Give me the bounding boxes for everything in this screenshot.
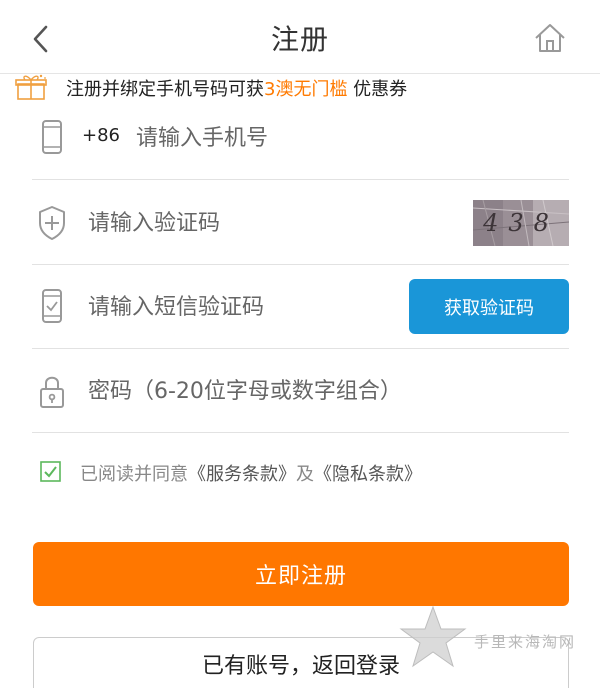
phone-row: +86 [32,96,569,180]
register-button[interactable]: 立即注册 [33,542,569,606]
agreement-row: 已阅读并同意《服务条款》及《隐私条款》 [40,460,560,486]
terms-link[interactable]: 《服务条款》 [188,464,296,485]
captcha-image[interactable]: 438 [473,200,569,246]
agreement-text-before: 已阅读并同意 [80,464,188,485]
country-code: +86 [82,125,120,146]
password-input[interactable] [88,371,558,411]
sms-row: 获取验证码 [32,265,569,349]
captcha-image-text: 438 [483,209,559,237]
get-code-button[interactable]: 获取验证码 [409,279,569,334]
home-button[interactable] [532,20,568,56]
phone-icon [42,120,62,154]
agreement-middle: 及 [296,464,314,485]
header-bar: 注册 [0,0,600,74]
sms-code-input[interactable] [88,287,398,327]
agreement-checkbox[interactable] [40,461,61,482]
captcha-row: 438 [32,181,569,265]
home-icon [535,24,565,52]
watermark-text: 手里来海淘网 [474,633,577,651]
agreement-text: 已阅读并同意《服务条款》及《隐私条款》 [80,460,422,486]
lock-icon [40,376,64,408]
phone-input[interactable] [136,118,556,158]
page-title: 注册 [270,23,329,56]
privacy-link[interactable]: 《隐私条款》 [314,464,422,485]
password-row [32,349,569,433]
checkbox-checked-icon [40,461,61,482]
captcha-input[interactable] [88,203,468,243]
phone-check-icon [42,289,62,323]
shield-plus-icon [39,206,65,240]
star-icon [399,605,467,668]
